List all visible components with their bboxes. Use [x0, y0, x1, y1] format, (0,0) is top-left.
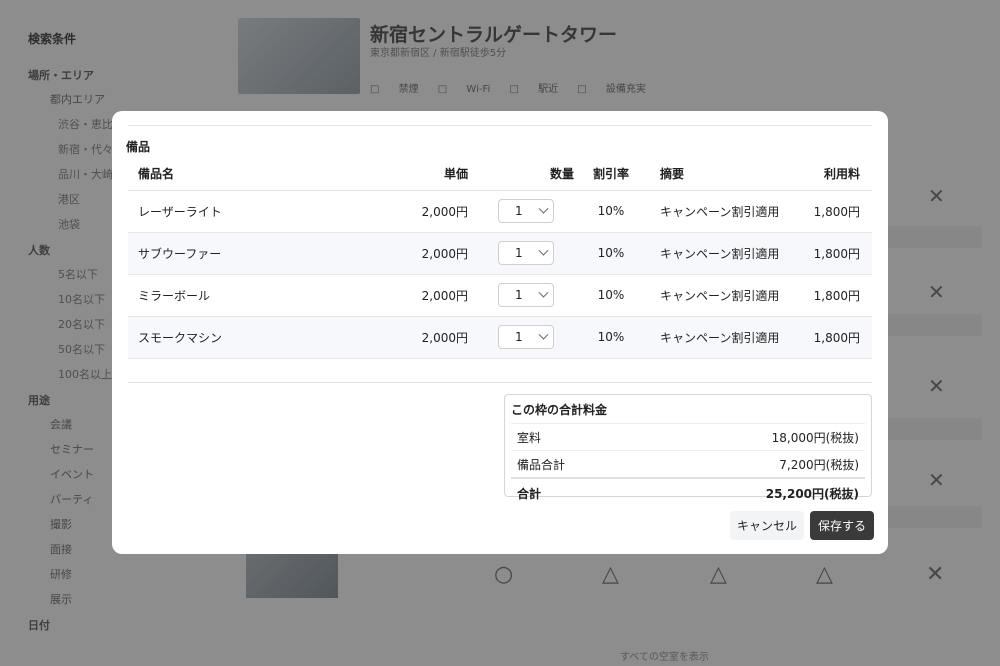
note: キャンペーン割引適用 — [640, 274, 790, 317]
usage-fee: 1,800円 — [790, 274, 872, 317]
qty-cell: 1 — [470, 274, 582, 317]
quantity-select[interactable]: 1 — [498, 325, 554, 349]
column-header-qty: 数量 — [470, 157, 582, 191]
divider — [128, 125, 872, 126]
price-summary: この枠の合計料金 室料 18,000円(税抜) 備品合計 7,200円(税抜) … — [504, 394, 872, 501]
equipment-total-label: 備品合計 — [517, 458, 566, 472]
usage-fee: 1,800円 — [790, 232, 872, 275]
summary-row-total: 合計 25,200円(税抜) — [511, 477, 865, 506]
quantity-select[interactable]: 1 — [498, 241, 554, 265]
chevron-down-icon — [538, 245, 549, 256]
quantity-select[interactable]: 1 — [498, 283, 554, 307]
usage-fee: 1,800円 — [790, 316, 872, 359]
unit-price: 2,000円 — [348, 190, 470, 233]
column-header-note: 摘要 — [640, 157, 790, 191]
table-row: サブウーファー 2,000円 1 10% キャンペーン割引適用 1,800円 — [128, 232, 872, 275]
quantity-value: 1 — [515, 288, 523, 302]
table-header-row: 備品名 単価 数量 割引率 摘要 利用料 — [128, 157, 872, 191]
discount-rate: 10% — [582, 190, 640, 233]
discount-rate: 10% — [582, 316, 640, 359]
unit-price: 2,000円 — [348, 274, 470, 317]
column-header-name: 備品名 — [128, 157, 348, 191]
summary-row-equipment: 備品合計 7,200円(税抜) — [511, 450, 865, 477]
quantity-value: 1 — [515, 204, 523, 218]
quantity-value: 1 — [515, 330, 523, 344]
discount-rate: 10% — [582, 232, 640, 275]
qty-cell: 1 — [470, 190, 582, 233]
equipment-name: ミラーボール — [128, 274, 348, 317]
save-button[interactable]: 保存する — [810, 511, 874, 540]
quantity-select[interactable]: 1 — [498, 199, 554, 223]
equipment-total-value: 7,200円(税抜) — [779, 458, 859, 472]
total-value: 25,200円(税抜) — [765, 487, 859, 501]
column-header-price: 単価 — [348, 157, 470, 191]
note: キャンペーン割引適用 — [640, 190, 790, 233]
room-fee-label: 室料 — [517, 431, 542, 445]
equipment-table: 備品名 単価 数量 割引率 摘要 利用料 レーザーライト 2,000円 1 10… — [128, 157, 872, 359]
note: キャンペーン割引適用 — [640, 316, 790, 359]
divider — [128, 382, 872, 383]
table-row: スモークマシン 2,000円 1 10% キャンペーン割引適用 1,800円 — [128, 316, 872, 359]
unit-price: 2,000円 — [348, 316, 470, 359]
quantity-value: 1 — [515, 246, 523, 260]
column-header-fee: 利用料 — [790, 157, 872, 191]
unit-price: 2,000円 — [348, 232, 470, 275]
room-fee-value: 18,000円(税抜) — [771, 431, 859, 445]
column-header-rate: 割引率 — [582, 157, 640, 191]
note: キャンペーン割引適用 — [640, 232, 790, 275]
qty-cell: 1 — [470, 232, 582, 275]
summary-row-room: 室料 18,000円(税抜) — [511, 423, 865, 450]
table-row: レーザーライト 2,000円 1 10% キャンペーン割引適用 1,800円 — [128, 190, 872, 233]
equipment-name: レーザーライト — [128, 190, 348, 233]
chevron-down-icon — [538, 203, 549, 214]
chevron-down-icon — [538, 287, 549, 298]
equipment-name: サブウーファー — [128, 232, 348, 275]
equipment-name: スモークマシン — [128, 316, 348, 359]
section-title: 備品 — [126, 140, 151, 154]
summary-title: この枠の合計料金 — [511, 403, 608, 417]
discount-rate: 10% — [582, 274, 640, 317]
table-row: ミラーボール 2,000円 1 10% キャンペーン割引適用 1,800円 — [128, 274, 872, 317]
equipment-modal: 備品 備品名 単価 数量 割引率 摘要 利用料 レーザーライト 2,000円 1… — [112, 111, 888, 554]
usage-fee: 1,800円 — [790, 190, 872, 233]
chevron-down-icon — [538, 329, 549, 340]
total-label: 合計 — [517, 487, 542, 501]
qty-cell: 1 — [470, 316, 582, 359]
cancel-button[interactable]: キャンセル — [730, 511, 804, 540]
